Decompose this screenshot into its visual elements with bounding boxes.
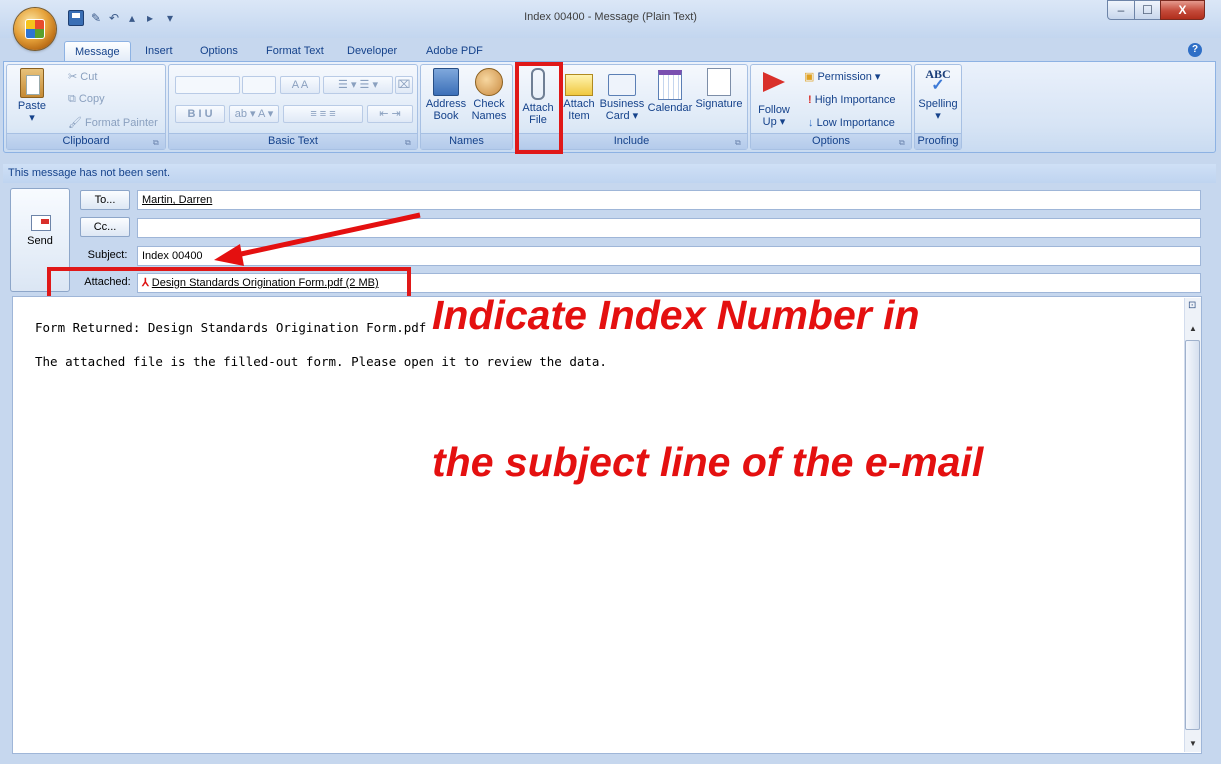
office-button-icon [25, 19, 45, 39]
office-button[interactable] [14, 8, 56, 50]
annotation-arrow [214, 212, 421, 266]
